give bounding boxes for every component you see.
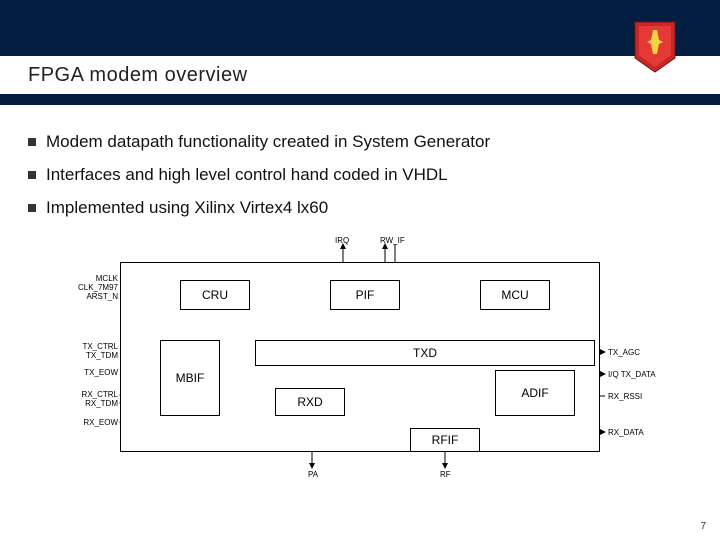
signal-rx-eow: RX_EOW <box>76 418 118 427</box>
bullet-square-icon <box>28 204 36 212</box>
signal-mclk: MCLK <box>82 274 118 283</box>
signal-pa: PA <box>308 470 318 479</box>
signal-iq-tx-data: I/Q TX_DATA <box>608 370 656 379</box>
signal-tx-ctrl: TX_CTRL <box>76 342 118 351</box>
page-title: FPGA modem overview <box>28 64 248 87</box>
block-pif: PIF <box>330 280 400 310</box>
block-diagram: CRU PIF MCU TXD MBIF RXD ADIF RFIF IRQ R… <box>40 230 680 490</box>
brand-logo: KONGSBERG <box>610 20 700 90</box>
bullet-item: Modem datapath functionality created in … <box>28 131 692 154</box>
signal-rx-ctrl: RX_CTRL <box>76 390 118 399</box>
page-number: 7 <box>700 521 706 532</box>
signal-irq: IRQ <box>335 236 349 245</box>
kongsberg-crest-icon <box>633 20 677 74</box>
signal-rx-data: RX_DATA <box>608 428 644 437</box>
signal-clk-7m97: CLK_7M97 <box>70 283 118 292</box>
signal-rx-rssi: RX_RSSI <box>608 392 642 401</box>
block-cru: CRU <box>180 280 250 310</box>
signal-arst-n: ARST_N <box>76 292 118 301</box>
block-rfif: RFIF <box>410 428 480 452</box>
bullet-item: Implemented using Xilinx Virtex4 lx60 <box>28 197 692 220</box>
block-adif: ADIF <box>495 370 575 416</box>
bullet-text: Modem datapath functionality created in … <box>46 131 490 154</box>
signal-tx-agc: TX_AGC <box>608 348 640 357</box>
brand-name: KONGSBERG <box>610 78 700 90</box>
signal-rw-if: RW_IF <box>380 236 405 245</box>
signal-tx-eow: TX_EOW <box>76 368 118 377</box>
signal-rx-tdm: RX_TDM <box>76 399 118 408</box>
slide-header: FPGA modem overview KONGSBERG <box>0 0 720 105</box>
block-txd: TXD <box>255 340 595 366</box>
bullet-text: Interfaces and high level control hand c… <box>46 164 448 187</box>
signal-tx-tdm: TX_TDM <box>76 351 118 360</box>
bullet-text: Implemented using Xilinx Virtex4 lx60 <box>46 197 328 220</box>
block-mbif: MBIF <box>160 340 220 416</box>
bullet-square-icon <box>28 171 36 179</box>
signal-rf: RF <box>440 470 451 479</box>
block-mcu: MCU <box>480 280 550 310</box>
bullet-item: Interfaces and high level control hand c… <box>28 164 692 187</box>
block-rxd: RXD <box>275 388 345 416</box>
content-area: Modem datapath functionality created in … <box>0 105 720 490</box>
bullet-square-icon <box>28 138 36 146</box>
